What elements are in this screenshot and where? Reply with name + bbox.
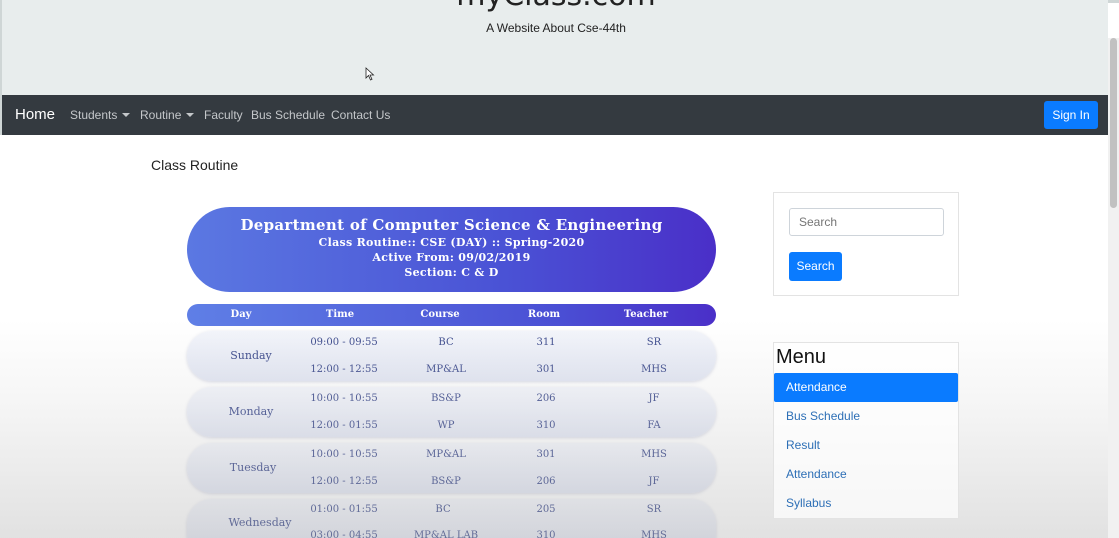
day-cell: Wednesday — [228, 516, 292, 529]
day-cell: Sunday — [230, 349, 272, 362]
nav-students[interactable]: Students — [70, 108, 131, 122]
room-cell: 205 — [536, 504, 556, 515]
banner-active-from: Active From: 09/02/2019 — [372, 251, 531, 264]
site-title[interactable]: myClass.com — [2, 0, 1110, 13]
sign-in-button[interactable]: Sign In — [1044, 101, 1098, 129]
time-cell: 12:00 - 12:55 — [310, 364, 378, 375]
nav-brand-home[interactable]: Home — [15, 106, 55, 123]
header-day: Day — [230, 309, 252, 320]
time-cell: 09:00 - 09:55 — [310, 337, 378, 348]
table-row: Tuesday 10:00 - 10:55 MP&AL 301 MHS 12:0… — [187, 443, 716, 493]
menu-title: Menu — [776, 346, 827, 368]
nav-students-label: Students — [70, 108, 118, 122]
teacher-cell: JF — [648, 476, 660, 487]
nav-routine[interactable]: Routine — [140, 108, 195, 122]
banner-routine: Class Routine:: CSE (DAY) :: Spring-2020 — [318, 236, 585, 249]
course-cell: MP&AL — [426, 364, 466, 375]
table-row: Wednesday 01:00 - 01:55 BC 205 SR 03:00 … — [187, 499, 716, 538]
department-banner: Department of Computer Science & Enginee… — [187, 207, 716, 292]
nav-contact-us[interactable]: Contact Us — [331, 108, 390, 122]
teacher-cell: FA — [647, 420, 661, 431]
mouse-cursor-icon — [365, 67, 375, 81]
menu-card: Menu Attendance Bus Schedule Result Atte… — [773, 342, 959, 519]
header-time: Time — [325, 309, 355, 320]
time-cell: 01:00 - 01:55 — [310, 504, 378, 515]
course-cell: MP&AL LAB — [413, 530, 479, 538]
search-input[interactable] — [789, 208, 944, 236]
teacher-cell: MHS — [641, 449, 667, 460]
course-cell: BS&P — [431, 476, 461, 487]
menu-item-attendance[interactable]: Attendance — [774, 373, 958, 402]
room-cell: 310 — [536, 530, 556, 538]
menu-item-attendance-2[interactable]: Attendance — [774, 460, 958, 489]
chevron-down-icon — [186, 113, 195, 117]
day-cell: Monday — [228, 405, 274, 418]
day-cell: Tuesday — [229, 461, 277, 474]
course-cell: BS&P — [431, 393, 461, 404]
time-cell: 10:00 - 10:55 — [310, 393, 378, 404]
room-cell: 301 — [536, 364, 556, 375]
room-cell: 206 — [536, 393, 556, 404]
teacher-cell: SR — [646, 337, 662, 348]
course-cell: MP&AL — [426, 449, 466, 460]
room-cell: 206 — [536, 476, 556, 487]
banner-department: Department of Computer Science & Enginee… — [240, 216, 663, 234]
teacher-cell: MHS — [641, 364, 667, 375]
scrollbar[interactable] — [1108, 38, 1119, 538]
teacher-cell: MHS — [641, 530, 667, 538]
time-cell: 10:00 - 10:55 — [310, 449, 378, 460]
menu-item-syllabus[interactable]: Syllabus — [774, 489, 958, 518]
header-teacher: Teacher — [623, 309, 669, 320]
page-title: Class Routine — [151, 157, 239, 173]
course-cell: BC — [435, 504, 451, 515]
nav-bus-schedule[interactable]: Bus Schedule — [251, 108, 325, 122]
table-row: Monday 10:00 - 10:55 BS&P 206 JF 12:00 -… — [187, 387, 716, 437]
routine-table-header: Day Time Course Room Teacher — [187, 304, 716, 326]
room-cell: 311 — [536, 337, 556, 348]
header-course: Course — [420, 309, 460, 320]
teacher-cell: SR — [646, 504, 662, 515]
menu-item-result[interactable]: Result — [774, 431, 958, 460]
banner-section: Section: C & D — [404, 266, 499, 279]
search-button[interactable]: Search — [789, 252, 842, 281]
site-header: myClass.com A Website About Cse-44th — [0, 0, 1108, 95]
nav-routine-label: Routine — [140, 108, 182, 122]
nav-faculty[interactable]: Faculty — [204, 108, 243, 122]
teacher-cell: JF — [648, 393, 660, 404]
time-cell: 12:00 - 01:55 — [310, 420, 378, 431]
course-cell: BC — [438, 337, 454, 348]
search-card: Search — [773, 192, 959, 296]
table-row: Sunday 09:00 - 09:55 BC 311 SR 12:00 - 1… — [187, 331, 716, 381]
room-cell: 301 — [536, 449, 556, 460]
navbar: Home Students Routine Faculty Bus Schedu… — [0, 95, 1108, 135]
header-room: Room — [527, 309, 561, 320]
time-cell: 03:00 - 04:55 — [310, 530, 378, 538]
menu-item-bus-schedule[interactable]: Bus Schedule — [774, 402, 958, 431]
room-cell: 310 — [536, 420, 556, 431]
time-cell: 12:00 - 12:55 — [310, 476, 378, 487]
scrollbar-thumb[interactable] — [1110, 38, 1117, 208]
site-subtitle: A Website About Cse-44th — [486, 21, 626, 35]
chevron-down-icon — [122, 113, 131, 117]
course-cell: WP — [437, 420, 455, 431]
